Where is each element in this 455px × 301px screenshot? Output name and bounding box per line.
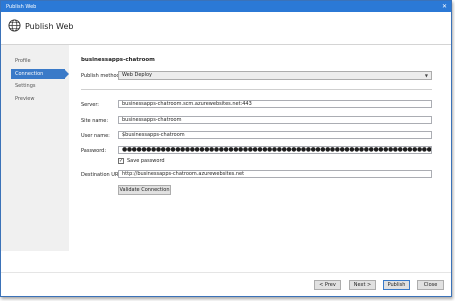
divider — [81, 89, 432, 90]
dialog-header: Publish Web — [1, 12, 451, 45]
close-button[interactable]: Close — [417, 280, 444, 290]
server-label: Server: — [81, 102, 99, 108]
sidebar-item-settings[interactable]: Settings — [11, 81, 65, 91]
server-input[interactable]: businessapps-chatroom.scm.azurewebsites.… — [118, 100, 432, 108]
validate-connection-button[interactable]: Validate Connection — [118, 185, 171, 195]
user-name-label: User name: — [81, 133, 110, 139]
prev-button[interactable]: < Prev — [314, 280, 341, 290]
site-name-label: Site name: — [81, 118, 109, 124]
destination-url-input[interactable]: http://businessapps-chatroom.azurewebsit… — [118, 170, 432, 178]
save-password-checkbox[interactable]: ✓ — [118, 158, 124, 164]
next-button[interactable]: Next > — [349, 280, 376, 290]
window-title: Publish Web — [6, 4, 37, 10]
user-name-input[interactable]: $businessapps-chatroom — [118, 131, 432, 139]
title-bar: Publish Web ✕ — [1, 1, 451, 12]
chevron-down-icon: ▼ — [424, 73, 428, 78]
sidebar-item-profile[interactable]: Profile — [11, 56, 65, 66]
sidebar-item-preview[interactable]: Preview — [11, 94, 65, 104]
publish-method-value: Web Deploy — [122, 72, 152, 78]
publish-method-select[interactable]: Web Deploy ▼ — [118, 71, 432, 80]
globe-icon — [8, 19, 21, 32]
site-name-input[interactable]: businessapps-chatroom — [118, 116, 432, 124]
sidebar: Profile Connection Settings Preview — [1, 45, 69, 251]
password-input[interactable]: ●●●●●●●●●●●●●●●●●●●●●●●●●●●●●●●●●●●●●●●●… — [118, 146, 432, 154]
save-password-label: Save password — [127, 158, 165, 164]
profile-name-heading: businessapps-chatroom — [81, 57, 155, 63]
password-label: Password: — [81, 148, 107, 154]
publish-button[interactable]: Publish — [383, 280, 410, 290]
close-icon[interactable]: ✕ — [442, 3, 447, 10]
sidebar-item-connection[interactable]: Connection — [11, 69, 69, 79]
publish-method-label: Publish method: — [81, 73, 122, 79]
header-title: Publish Web — [25, 22, 74, 31]
publish-web-dialog: Publish Web ✕ Publish Web Profile Connec… — [0, 0, 452, 297]
destination-url-label: Destination URL: — [81, 172, 123, 178]
footer-divider — [1, 272, 451, 273]
